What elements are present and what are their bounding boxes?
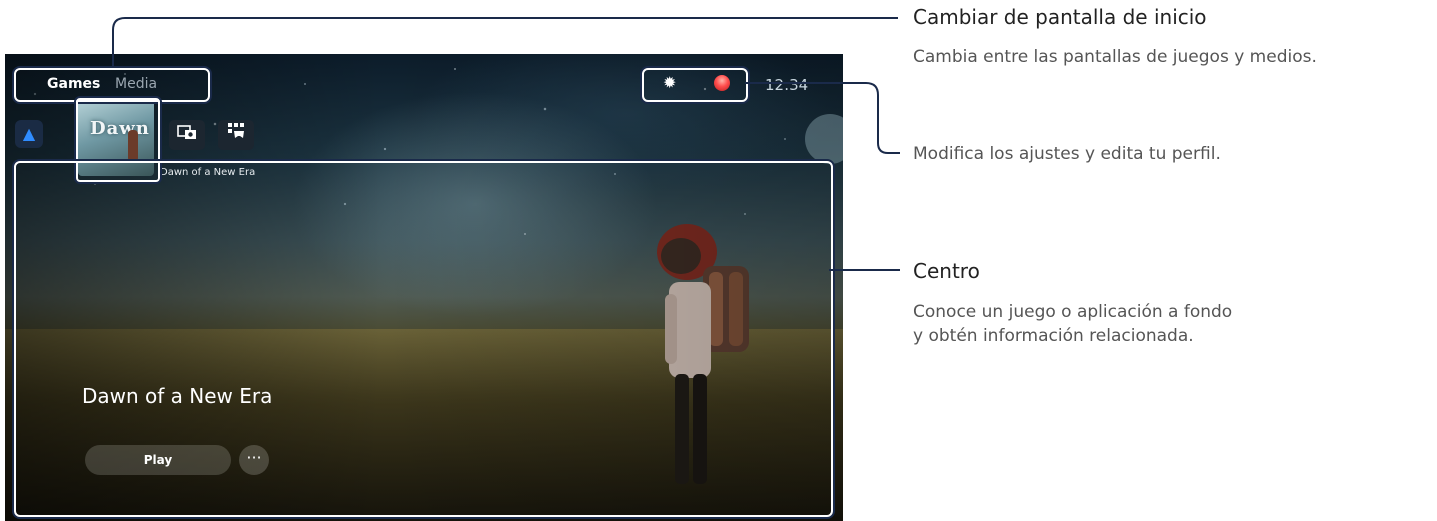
callout-hub-desc-line2: y obtén información relacionada. bbox=[913, 326, 1194, 346]
callout-hub-desc-line1: Conoce un juego o aplicación a fondo bbox=[913, 302, 1233, 322]
callout-settings-desc: Modifica los ajustes y edita tu perfil. bbox=[913, 144, 1221, 164]
callout-home-switch-title: Cambiar de pantalla de inicio bbox=[913, 5, 1207, 29]
callout-lines bbox=[112, 17, 900, 271]
callout-home-switch-desc: Cambia entre las pantallas de juegos y m… bbox=[913, 47, 1317, 67]
callout-hub-title: Centro bbox=[913, 259, 980, 283]
